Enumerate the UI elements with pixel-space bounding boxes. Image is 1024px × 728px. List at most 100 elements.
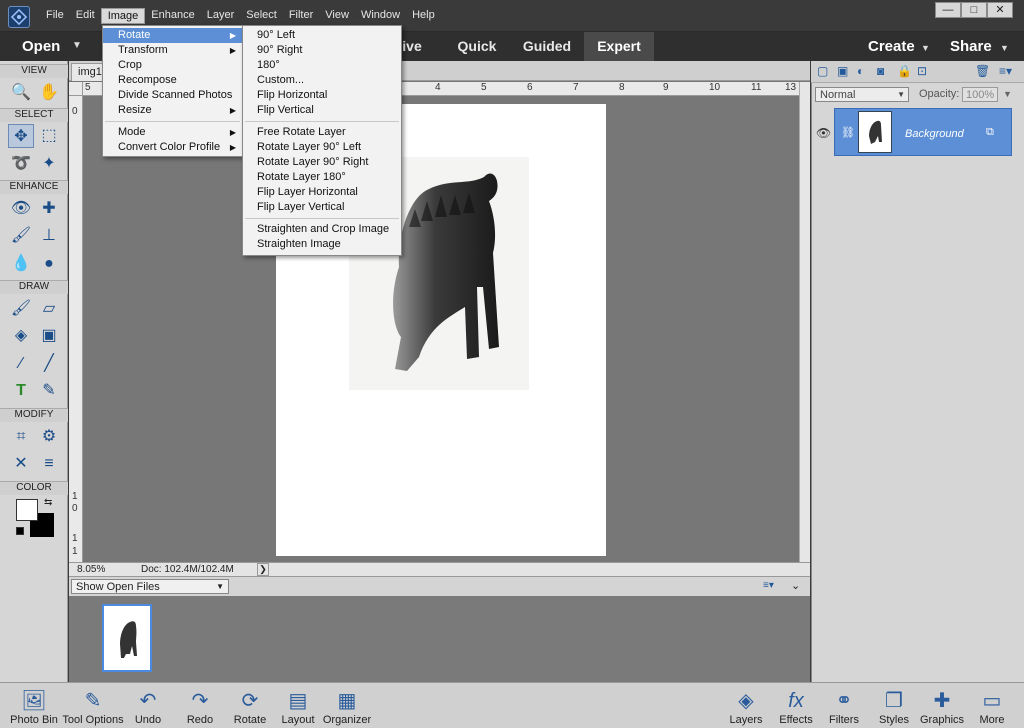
- line-tool-icon[interactable]: ╱: [36, 352, 62, 376]
- menu-file[interactable]: File: [40, 8, 70, 24]
- menu-item-rotate-90-left[interactable]: 90° Left: [243, 28, 401, 43]
- open-dropdown-icon[interactable]: ▼: [72, 40, 82, 51]
- vertical-scrollbar[interactable]: [799, 82, 810, 562]
- tab-expert[interactable]: Expert: [584, 32, 654, 61]
- layers-button[interactable]: ◈ Layers: [726, 688, 766, 726]
- photo-bin-button[interactable]: 🖼 Photo Bin: [10, 688, 58, 726]
- red-eye-tool-icon[interactable]: 👁: [8, 197, 34, 221]
- crop-tool-icon[interactable]: ⌗: [8, 425, 34, 449]
- menu-item-custom[interactable]: Custom...: [243, 73, 401, 88]
- default-colors-icon[interactable]: [16, 527, 24, 535]
- panel-menu-icon[interactable]: ≡▾: [999, 64, 1012, 78]
- redo-button[interactable]: ↷ Redo: [180, 688, 220, 726]
- menu-item-rotate-layer-180[interactable]: Rotate Layer 180°: [243, 170, 401, 185]
- zoom-tool-icon[interactable]: 🔍: [8, 81, 34, 105]
- menu-item-rotate[interactable]: Rotate ▶: [103, 28, 242, 43]
- maximize-button[interactable]: □: [961, 2, 987, 18]
- blur-tool-icon[interactable]: 💧: [8, 252, 34, 276]
- paint-bucket-tool-icon[interactable]: ◈: [8, 324, 34, 348]
- straighten-tool-icon[interactable]: ≡: [36, 452, 62, 476]
- new-layer-icon[interactable]: ▢: [817, 64, 828, 78]
- menu-filter[interactable]: Filter: [283, 8, 319, 24]
- brush-tool-icon[interactable]: 🖌: [8, 297, 34, 321]
- smart-brush-tool-icon[interactable]: 🖌: [8, 224, 34, 248]
- menu-window[interactable]: Window: [355, 8, 406, 24]
- menu-select[interactable]: Select: [240, 8, 283, 24]
- menu-layer[interactable]: Layer: [201, 8, 241, 24]
- delete-layer-icon[interactable]: 🗑: [975, 64, 990, 78]
- menu-item-free-rotate-layer[interactable]: Free Rotate Layer: [243, 125, 401, 140]
- menu-item-straighten-image[interactable]: Straighten Image: [243, 237, 401, 252]
- menu-edit[interactable]: Edit: [70, 8, 101, 24]
- show-open-files-select[interactable]: Show Open Files ▼: [71, 579, 229, 594]
- tool-options-button[interactable]: ✎ Tool Options: [62, 688, 124, 726]
- menu-item-flip-layer-horizontal[interactable]: Flip Layer Horizontal: [243, 185, 401, 200]
- tab-guided[interactable]: Guided: [514, 32, 580, 61]
- open-button[interactable]: Open: [22, 38, 60, 55]
- more-button[interactable]: ▭ More: [972, 688, 1012, 726]
- clone-stamp-tool-icon[interactable]: ⊥: [36, 224, 62, 248]
- menu-image[interactable]: Image: [100, 8, 146, 24]
- styles-button[interactable]: ❐ Styles: [874, 688, 914, 726]
- menu-enhance[interactable]: Enhance: [145, 8, 200, 24]
- menu-item-flip-horizontal[interactable]: Flip Horizontal: [243, 88, 401, 103]
- eraser-tool-icon[interactable]: ▱: [36, 297, 62, 321]
- lock-all-icon[interactable]: 🔒: [897, 64, 912, 78]
- layer-name[interactable]: Background: [905, 128, 964, 140]
- minimize-button[interactable]: —: [935, 2, 961, 18]
- magic-wand-tool-icon[interactable]: ✦: [36, 152, 62, 176]
- zoom-level[interactable]: 8.05%: [77, 564, 105, 575]
- blend-mode-select[interactable]: Normal ▼: [815, 87, 909, 102]
- bin-menu-icon[interactable]: ≡▾: [763, 580, 774, 591]
- adjustment-layer-icon[interactable]: ◐: [857, 64, 864, 78]
- status-menu-arrow-icon[interactable]: ❯: [257, 563, 269, 576]
- visibility-eye-icon[interactable]: 👁: [816, 126, 831, 140]
- menu-item-mode[interactable]: Mode ▶: [103, 125, 242, 140]
- menu-item-crop[interactable]: Crop: [103, 58, 242, 73]
- hand-tool-icon[interactable]: ✋: [36, 81, 62, 105]
- menu-item-rotate-180[interactable]: 180°: [243, 58, 401, 73]
- new-group-icon[interactable]: ▣: [837, 64, 848, 78]
- layout-button[interactable]: ▤ Layout: [278, 688, 318, 726]
- menu-item-rotate-90-right[interactable]: 90° Right: [243, 43, 401, 58]
- layer-mask-icon[interactable]: ◙: [877, 64, 884, 78]
- menu-item-resize[interactable]: Resize ▶: [103, 103, 242, 118]
- sponge-tool-icon[interactable]: ●: [36, 252, 62, 276]
- lasso-tool-icon[interactable]: ➰: [8, 152, 34, 176]
- organizer-button[interactable]: ▦ Organizer: [322, 688, 372, 726]
- menu-help[interactable]: Help: [406, 8, 441, 24]
- swap-colors-icon[interactable]: ⇆: [44, 497, 52, 508]
- link-icon[interactable]: ⛓: [841, 126, 855, 139]
- opacity-field[interactable]: 100%: [962, 87, 998, 102]
- create-button[interactable]: Create: [868, 38, 915, 55]
- menu-view[interactable]: View: [319, 8, 355, 24]
- bin-collapse-icon[interactable]: ⌄: [791, 579, 800, 592]
- filters-button[interactable]: ⚭ Filters: [824, 688, 864, 726]
- share-dropdown-icon[interactable]: ▼: [1000, 43, 1009, 53]
- menu-item-convert-color-profile[interactable]: Convert Color Profile ▶: [103, 140, 242, 155]
- lock-transparent-icon[interactable]: ⊡: [917, 64, 927, 78]
- menu-item-flip-vertical[interactable]: Flip Vertical: [243, 103, 401, 118]
- healing-brush-tool-icon[interactable]: ✚: [36, 197, 62, 221]
- type-tool-icon[interactable]: T: [8, 379, 34, 403]
- create-dropdown-icon[interactable]: ▼: [921, 43, 930, 53]
- graphics-button[interactable]: ✚ Graphics: [920, 688, 964, 726]
- menu-item-straighten-and-crop-image[interactable]: Straighten and Crop Image: [243, 222, 401, 237]
- rotate-button[interactable]: ⟳ Rotate: [228, 688, 272, 726]
- move-tool-icon[interactable]: ✥: [8, 124, 34, 148]
- recompose-tool-icon[interactable]: ⚙: [36, 425, 62, 449]
- undo-button[interactable]: ↶ Undo: [128, 688, 168, 726]
- opacity-dropdown-icon[interactable]: ▼: [1003, 89, 1012, 99]
- close-button[interactable]: ✕: [987, 2, 1013, 18]
- marquee-tool-icon[interactable]: ⬚: [36, 124, 62, 148]
- menu-item-rotate-layer-90-left[interactable]: Rotate Layer 90° Left: [243, 140, 401, 155]
- effects-button[interactable]: fx Effects: [776, 688, 816, 726]
- pencil-tool-icon[interactable]: ✎: [36, 379, 62, 403]
- content-aware-move-tool-icon[interactable]: ✕: [8, 452, 34, 476]
- gradient-tool-icon[interactable]: ▣: [36, 324, 62, 348]
- photo-thumbnail[interactable]: [102, 604, 152, 672]
- eyedropper-tool-icon[interactable]: ⁄: [8, 352, 34, 376]
- menu-item-divide-scanned-photos[interactable]: Divide Scanned Photos: [103, 88, 242, 103]
- tab-quick[interactable]: Quick: [448, 32, 506, 61]
- share-button[interactable]: Share: [950, 38, 992, 55]
